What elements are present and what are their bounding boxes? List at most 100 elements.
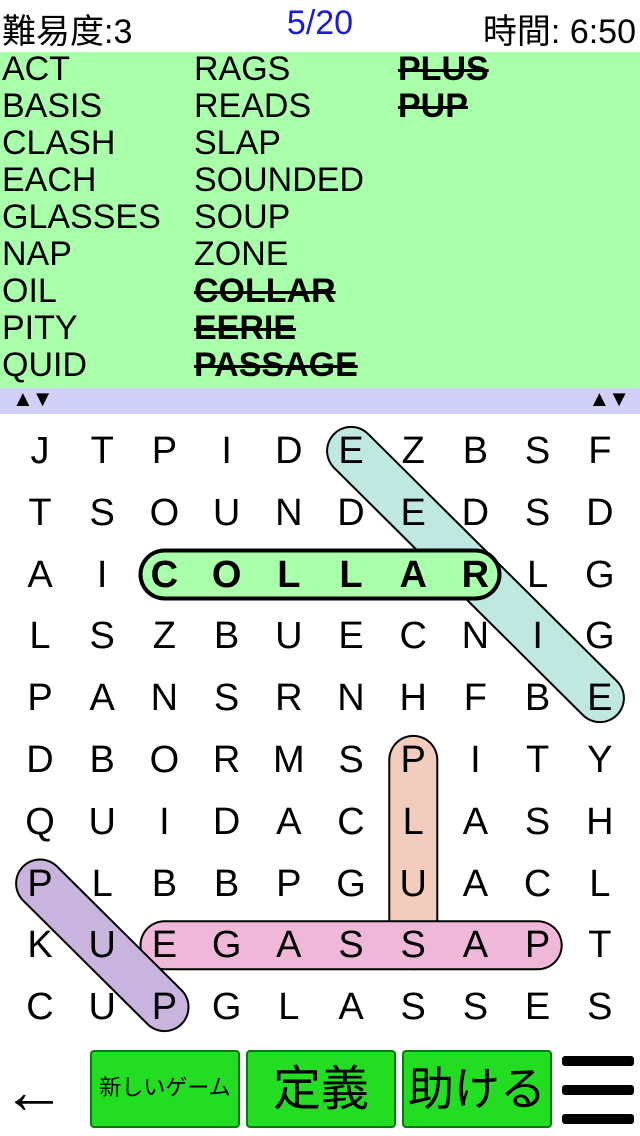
grid-cell[interactable]: L: [9, 605, 71, 667]
grid-cell[interactable]: K: [9, 914, 71, 976]
grid-cell[interactable]: C: [9, 976, 71, 1038]
grid-cell[interactable]: S: [569, 976, 631, 1038]
word-item[interactable]: ZONE: [194, 236, 288, 273]
grid-cell[interactable]: S: [71, 482, 133, 544]
grid-cell[interactable]: C: [382, 605, 444, 667]
grid-cell[interactable]: Z: [382, 420, 444, 482]
grid-cell[interactable]: A: [258, 791, 320, 853]
grid-cell[interactable]: A: [444, 914, 506, 976]
grid-cell[interactable]: E: [569, 667, 631, 729]
grid-cell[interactable]: E: [320, 420, 382, 482]
grid-cell[interactable]: P: [133, 420, 195, 482]
letter-grid[interactable]: JTPIDEZBSFTSOUNDEDSDAICOLLARLGLSZBUECNIG…: [0, 414, 640, 1050]
word-item[interactable]: ACT: [2, 51, 70, 88]
grid-cell[interactable]: F: [569, 420, 631, 482]
grid-cell[interactable]: B: [507, 667, 569, 729]
grid-cell[interactable]: I: [507, 605, 569, 667]
word-item[interactable]: SOUP: [194, 199, 290, 236]
grid-cell[interactable]: A: [258, 914, 320, 976]
grid-cell[interactable]: L: [71, 853, 133, 915]
word-item[interactable]: SOUNDED: [194, 162, 364, 199]
grid-cell[interactable]: N: [133, 667, 195, 729]
grid-cell[interactable]: D: [320, 482, 382, 544]
grid-cell[interactable]: L: [320, 544, 382, 606]
grid-cell[interactable]: D: [569, 482, 631, 544]
grid-cell[interactable]: L: [258, 976, 320, 1038]
grid-cell[interactable]: G: [569, 544, 631, 606]
grid-cell[interactable]: G: [320, 853, 382, 915]
grid-cell[interactable]: U: [196, 482, 258, 544]
word-item[interactable]: PUP: [398, 88, 468, 125]
grid-cell[interactable]: M: [258, 729, 320, 791]
grid-cell[interactable]: H: [569, 791, 631, 853]
grid-cell[interactable]: O: [196, 544, 258, 606]
grid-cell[interactable]: E: [382, 482, 444, 544]
grid-cell[interactable]: S: [320, 729, 382, 791]
word-item[interactable]: NAP: [2, 236, 72, 273]
grid-cell[interactable]: T: [569, 914, 631, 976]
grid-cell[interactable]: C: [133, 544, 195, 606]
define-button[interactable]: 定義: [246, 1050, 396, 1128]
grid-cell[interactable]: N: [258, 482, 320, 544]
grid-cell[interactable]: E: [133, 914, 195, 976]
word-item[interactable]: CLASH: [2, 125, 115, 162]
grid-cell[interactable]: B: [133, 853, 195, 915]
grid-cell[interactable]: L: [569, 853, 631, 915]
grid-cell[interactable]: L: [507, 544, 569, 606]
grid-cell[interactable]: A: [444, 853, 506, 915]
scroll-left-arrows-icon[interactable]: ▲▼: [12, 386, 54, 412]
grid-cell[interactable]: A: [444, 791, 506, 853]
grid-cell[interactable]: L: [382, 791, 444, 853]
grid-cell[interactable]: T: [71, 420, 133, 482]
word-item[interactable]: GLASSES: [2, 199, 161, 236]
grid-cell[interactable]: I: [133, 791, 195, 853]
grid-cell[interactable]: G: [196, 976, 258, 1038]
grid-cell[interactable]: P: [258, 853, 320, 915]
grid-cell[interactable]: S: [196, 667, 258, 729]
grid-cell[interactable]: E: [507, 976, 569, 1038]
grid-cell[interactable]: H: [382, 667, 444, 729]
grid-cell[interactable]: T: [9, 482, 71, 544]
grid-cell[interactable]: G: [196, 914, 258, 976]
grid-cell[interactable]: U: [71, 791, 133, 853]
grid-cell[interactable]: O: [133, 482, 195, 544]
grid-cell[interactable]: B: [196, 605, 258, 667]
grid-cell[interactable]: U: [71, 914, 133, 976]
word-item[interactable]: PASSAGE: [194, 347, 358, 384]
word-item[interactable]: PITY: [2, 310, 78, 347]
grid-cell[interactable]: D: [444, 482, 506, 544]
new-game-button[interactable]: 新しいゲーム: [90, 1050, 240, 1128]
grid-cell[interactable]: U: [71, 976, 133, 1038]
grid-cell[interactable]: J: [9, 420, 71, 482]
grid-cell[interactable]: F: [444, 667, 506, 729]
grid-cell[interactable]: S: [507, 791, 569, 853]
word-item[interactable]: BASIS: [2, 88, 102, 125]
grid-cell[interactable]: U: [382, 853, 444, 915]
grid-cell[interactable]: P: [507, 914, 569, 976]
grid-cell[interactable]: Y: [569, 729, 631, 791]
grid-cell[interactable]: S: [382, 914, 444, 976]
word-item[interactable]: COLLAR: [194, 273, 336, 310]
grid-cell[interactable]: A: [320, 976, 382, 1038]
grid-cell[interactable]: U: [258, 605, 320, 667]
grid-cell[interactable]: C: [320, 791, 382, 853]
grid-cell[interactable]: I: [444, 729, 506, 791]
grid-cell[interactable]: B: [196, 853, 258, 915]
grid-cell[interactable]: P: [9, 667, 71, 729]
help-button[interactable]: 助ける: [402, 1050, 552, 1128]
scroll-strip[interactable]: ▲▼ ▲▼: [0, 386, 640, 414]
grid-cell[interactable]: B: [71, 729, 133, 791]
grid-cell[interactable]: A: [71, 667, 133, 729]
grid-cell[interactable]: D: [258, 420, 320, 482]
grid-cell[interactable]: S: [320, 914, 382, 976]
grid-cell[interactable]: P: [133, 976, 195, 1038]
grid-cell[interactable]: A: [9, 544, 71, 606]
word-item[interactable]: EERIE: [194, 310, 296, 347]
grid-cell[interactable]: P: [382, 729, 444, 791]
grid-cell[interactable]: I: [71, 544, 133, 606]
grid-cell[interactable]: E: [320, 605, 382, 667]
grid-cell[interactable]: S: [71, 605, 133, 667]
grid-cell[interactable]: T: [507, 729, 569, 791]
grid-cell[interactable]: S: [382, 976, 444, 1038]
grid-cell[interactable]: D: [9, 729, 71, 791]
